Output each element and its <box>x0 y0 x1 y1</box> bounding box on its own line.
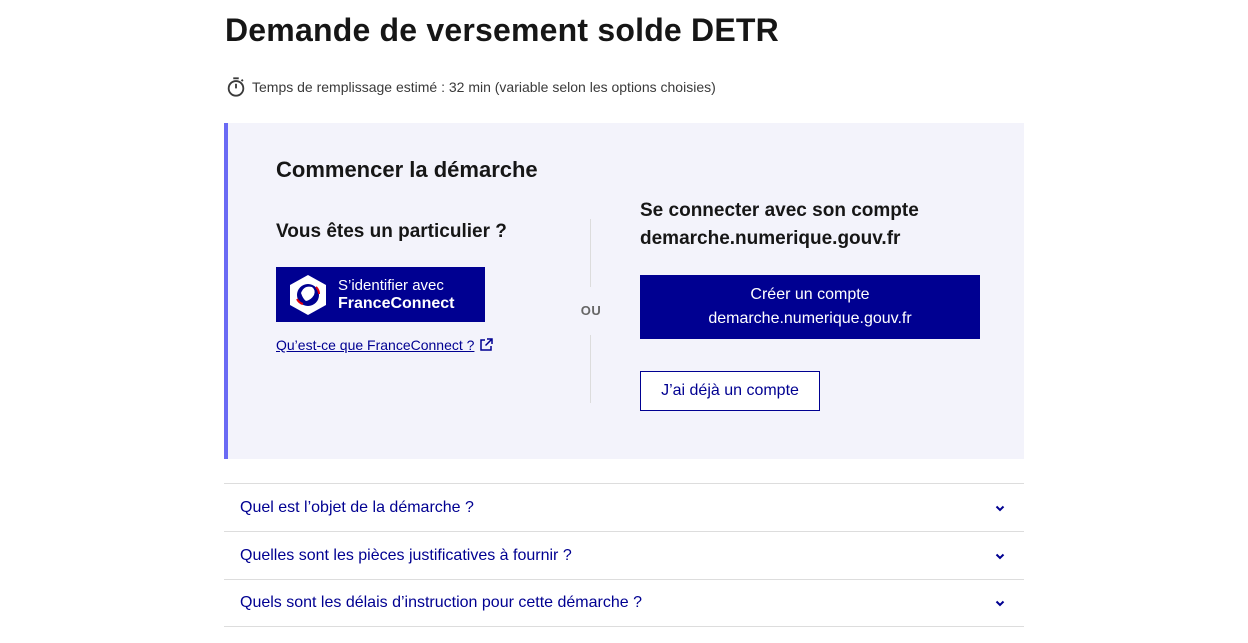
accordion-item-label: Quel est l’objet de la démarche ? <box>240 498 474 516</box>
franceconnect-button[interactable]: S’identifier avec FranceConnect <box>276 267 485 322</box>
chevron-down-icon <box>992 595 1008 611</box>
account-connect-title: Se connecter avec son compte demarche.nu… <box>640 197 980 253</box>
create-account-button[interactable]: Créer un compte demarche.numerique.gouv.… <box>640 275 980 339</box>
start-title: Commencer la démarche <box>276 157 538 182</box>
timer-icon <box>225 76 247 98</box>
franceconnect-logo-icon <box>286 273 330 317</box>
accordion-item-label: Quels sont les délais d’instruction pour… <box>240 594 642 611</box>
faq-accordion: Quel est l’objet de la démarche ? Quelle… <box>224 483 1024 627</box>
account-connect-title-line2: demarche.numerique.gouv.fr <box>640 228 901 249</box>
create-account-label-line1: Créer un compte <box>750 286 870 303</box>
chevron-down-icon <box>992 500 1008 516</box>
franceconnect-label-line1: S’identifier avec <box>338 276 444 294</box>
franceconnect-info-link-label: Qu’est-ce que FranceConnect ? <box>276 337 475 353</box>
separator-or: OU <box>580 303 602 318</box>
particulier-title: Vous êtes un particulier ? <box>276 221 507 242</box>
franceconnect-label-line2: FranceConnect <box>338 294 455 312</box>
create-account-label-line2: demarche.numerique.gouv.fr <box>708 310 912 327</box>
time-estimate-text: Temps de remplissage estimé : 32 min (va… <box>252 79 716 95</box>
accordion-item-pieces[interactable]: Quelles sont les pièces justificatives à… <box>224 531 1024 579</box>
external-link-icon <box>479 338 494 352</box>
accordion-item-delais[interactable]: Quels sont les délais d’instruction pour… <box>224 579 1024 627</box>
time-estimate: Temps de remplissage estimé : 32 min (va… <box>225 76 716 98</box>
separator-line-bottom <box>590 335 591 403</box>
franceconnect-info-link[interactable]: Qu’est-ce que FranceConnect ? <box>276 337 494 353</box>
start-procedure-panel: Commencer la démarche Vous êtes un parti… <box>224 123 1024 459</box>
separator-line-top <box>590 219 591 287</box>
page-title: Demande de versement solde DETR <box>225 12 779 48</box>
login-button[interactable]: J’ai déjà un compte <box>640 371 820 411</box>
account-connect-title-line1: Se connecter avec son compte <box>640 200 919 221</box>
chevron-down-icon <box>992 548 1008 564</box>
accordion-item-objet[interactable]: Quel est l’objet de la démarche ? <box>224 483 1024 531</box>
accordion-item-label: Quelles sont les pièces justificatives à… <box>240 546 572 564</box>
